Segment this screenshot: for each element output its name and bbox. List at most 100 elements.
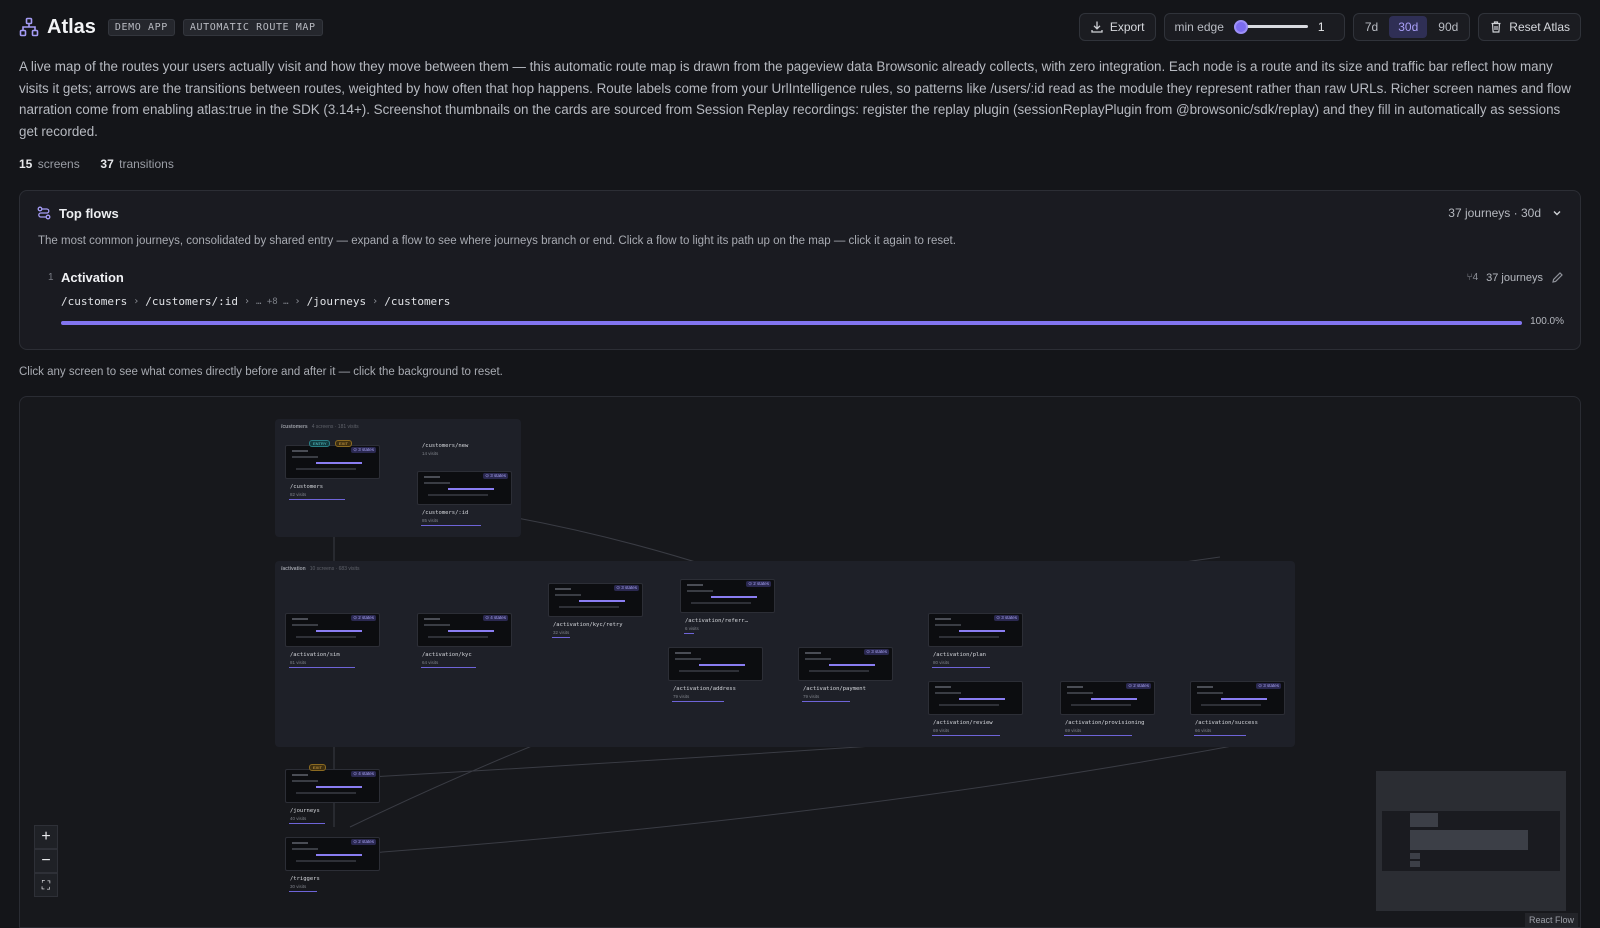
- header: Atlas DEMO APP AUTOMATIC ROUTE MAP Expor…: [19, 12, 1581, 42]
- demo-app-tag: DEMO APP: [107, 18, 175, 36]
- zoom-out-button[interactable]: −: [34, 849, 58, 873]
- traffic-bar: [684, 633, 694, 634]
- route-node-visits: 81 visits: [290, 660, 307, 665]
- route-node-visits: 6 visits: [685, 626, 699, 631]
- transitions-count: 37: [100, 157, 114, 171]
- react-flow-attribution[interactable]: React Flow: [1524, 913, 1578, 927]
- top-flows-meta: 37 journeys · 30d: [1448, 206, 1541, 220]
- zoom-in-button[interactable]: +: [34, 825, 58, 849]
- traffic-bar: [672, 701, 724, 702]
- min-edge-slider[interactable]: [1233, 20, 1308, 34]
- route-node[interactable]: ⊙ 2 states/triggers 30 visits: [285, 837, 380, 893]
- route-map-canvas[interactable]: /customers 4 screens · 181 visits /activa…: [19, 396, 1581, 928]
- route-node[interactable]: ⊙ 4 states/journeys 40 visits EXIT: [285, 764, 380, 825]
- export-button[interactable]: Export: [1078, 13, 1156, 41]
- route-node[interactable]: ⊙ 3 states/activation/kyc/retry 32 visits: [548, 583, 643, 639]
- transitions-label: transitions: [119, 157, 174, 171]
- traffic-bar: [421, 667, 476, 668]
- traffic-bar: [421, 525, 481, 526]
- traffic-bar: [289, 823, 325, 824]
- flow-path-step: /customers/:id: [145, 295, 238, 308]
- route-node-visits: 40 visits: [290, 816, 307, 821]
- route-node-label: /customers: [290, 484, 324, 490]
- min-edge-control: min edge 1: [1163, 13, 1345, 41]
- flow-branches: ⑂4: [1466, 272, 1479, 283]
- flow-path: /customers › /customers/:id › … +8 … › /journe…: [61, 295, 450, 308]
- route-node-label: /activation/kyc/retry: [553, 622, 623, 628]
- flow-path-step: /customers: [61, 295, 128, 308]
- route-node[interactable]: /customers/new 14 visits: [417, 443, 512, 463]
- path-separator-icon: ›: [243, 296, 251, 307]
- flow-path-step: /journeys: [306, 295, 367, 308]
- export-label: Export: [1109, 20, 1145, 34]
- route-node[interactable]: ⊙ 2 states/activation/sim 81 visits: [285, 613, 380, 669]
- route-node[interactable]: /activation/review 69 visits: [928, 681, 1023, 737]
- flow-journeys: 37 journeys: [1486, 271, 1543, 284]
- flow-percent: 100.0%: [1530, 316, 1564, 327]
- route-node[interactable]: ⊙ 2 states/activation/provisioning 69 vis…: [1060, 681, 1155, 737]
- traffic-bar: [289, 667, 355, 668]
- route-node[interactable]: ⊙ 4 states/activation/kyc 64 visits: [417, 613, 512, 669]
- states-badge: ⊙ 4 states: [483, 615, 508, 621]
- route-node-visits: 79 visits: [673, 694, 690, 699]
- route-node-visits: 32 visits: [553, 630, 570, 635]
- route-node-label: /activation/payment: [803, 686, 866, 692]
- screens-label: screens: [37, 157, 80, 171]
- path-separator-icon: ›: [294, 296, 301, 307]
- screenshot-thumbnail: [928, 681, 1023, 715]
- route-node[interactable]: ⊙ 3 states/customers/:id 85 visits: [417, 471, 512, 527]
- path-separator-icon: ›: [372, 296, 379, 307]
- download-icon: [1091, 21, 1103, 33]
- map-stats: 15 screens 37 transitions: [19, 157, 174, 171]
- flow-share-bar: [61, 321, 1522, 325]
- states-badge: ⊙ 3 states: [351, 447, 376, 453]
- traffic-bar: [1194, 735, 1246, 736]
- route-node[interactable]: ⊙ 3 states/activation/plan 80 visits: [928, 613, 1023, 669]
- flow-item[interactable]: 1 Activation ⑂4 37 journeys /customers › /…: [48, 269, 1564, 339]
- route-node-label: /activation/provisioning: [1065, 720, 1145, 726]
- traffic-bar: [802, 701, 850, 702]
- entry-badge: ENTRY: [309, 440, 331, 447]
- route-node[interactable]: ⊙ 2 states/activation/referr… 6 visits: [680, 579, 775, 635]
- flow-path-step: /customers: [384, 295, 451, 308]
- route-group-label: /customers 4 screens · 181 visits: [281, 424, 359, 430]
- states-badge: ⊙ 2 states: [1126, 683, 1151, 689]
- edit-pencil-icon[interactable]: [1551, 271, 1564, 284]
- route-node-visits: 30 visits: [290, 884, 307, 889]
- reset-atlas-label: Reset Atlas: [1509, 20, 1570, 34]
- route-node-visits: 14 visits: [422, 451, 439, 456]
- route-node-label: /journeys: [290, 808, 320, 814]
- reset-atlas-button[interactable]: Reset Atlas: [1478, 13, 1581, 41]
- route-node[interactable]: ⊙ 3 states/activation/success 66 visits: [1190, 681, 1285, 737]
- route-node[interactable]: ⊙ 3 states/activation/payment 79 visits: [798, 647, 893, 703]
- trash-icon: [1491, 21, 1501, 33]
- route-node-visits: 64 visits: [422, 660, 439, 665]
- minimap[interactable]: [1376, 771, 1566, 911]
- route-group-label: /activation 10 screens · 683 visits: [281, 566, 360, 572]
- slider-thumb[interactable]: [1233, 20, 1248, 34]
- route-node-label: /triggers: [290, 876, 320, 882]
- route-node-label: /activation/kyc: [422, 652, 472, 658]
- page-title: Atlas: [47, 15, 96, 38]
- top-flows-header[interactable]: Top flows 37 journeys · 30d: [37, 203, 1563, 223]
- chevron-down-icon[interactable]: [1551, 207, 1563, 219]
- range-7d-button[interactable]: 7d: [1356, 16, 1387, 38]
- range-30d-button[interactable]: 30d: [1389, 16, 1428, 38]
- exit-badge: EXIT: [335, 440, 352, 447]
- screens-count: 15: [19, 157, 33, 171]
- flow-path-step: … +8 …: [256, 296, 289, 307]
- route-node-label: /activation/referr…: [685, 618, 748, 624]
- range-90d-button[interactable]: 90d: [1429, 16, 1467, 38]
- traffic-bar: [1064, 735, 1132, 736]
- traffic-bar: [932, 735, 1000, 736]
- route-node-visits: 69 visits: [933, 728, 950, 733]
- route-node-label: /activation/review: [933, 720, 993, 726]
- atlas-logo-icon: [19, 17, 39, 37]
- traffic-bar: [289, 891, 317, 892]
- min-edge-value: 1: [1317, 20, 1325, 34]
- flows-icon: [37, 206, 51, 220]
- route-node[interactable]: ⊙ 3 states/customers 82 visits ENTRY EXIT: [285, 440, 380, 501]
- fit-view-button[interactable]: ⛶: [34, 873, 58, 897]
- route-node[interactable]: /activation/address 79 visits: [668, 647, 763, 703]
- route-node-visits: 85 visits: [422, 518, 439, 523]
